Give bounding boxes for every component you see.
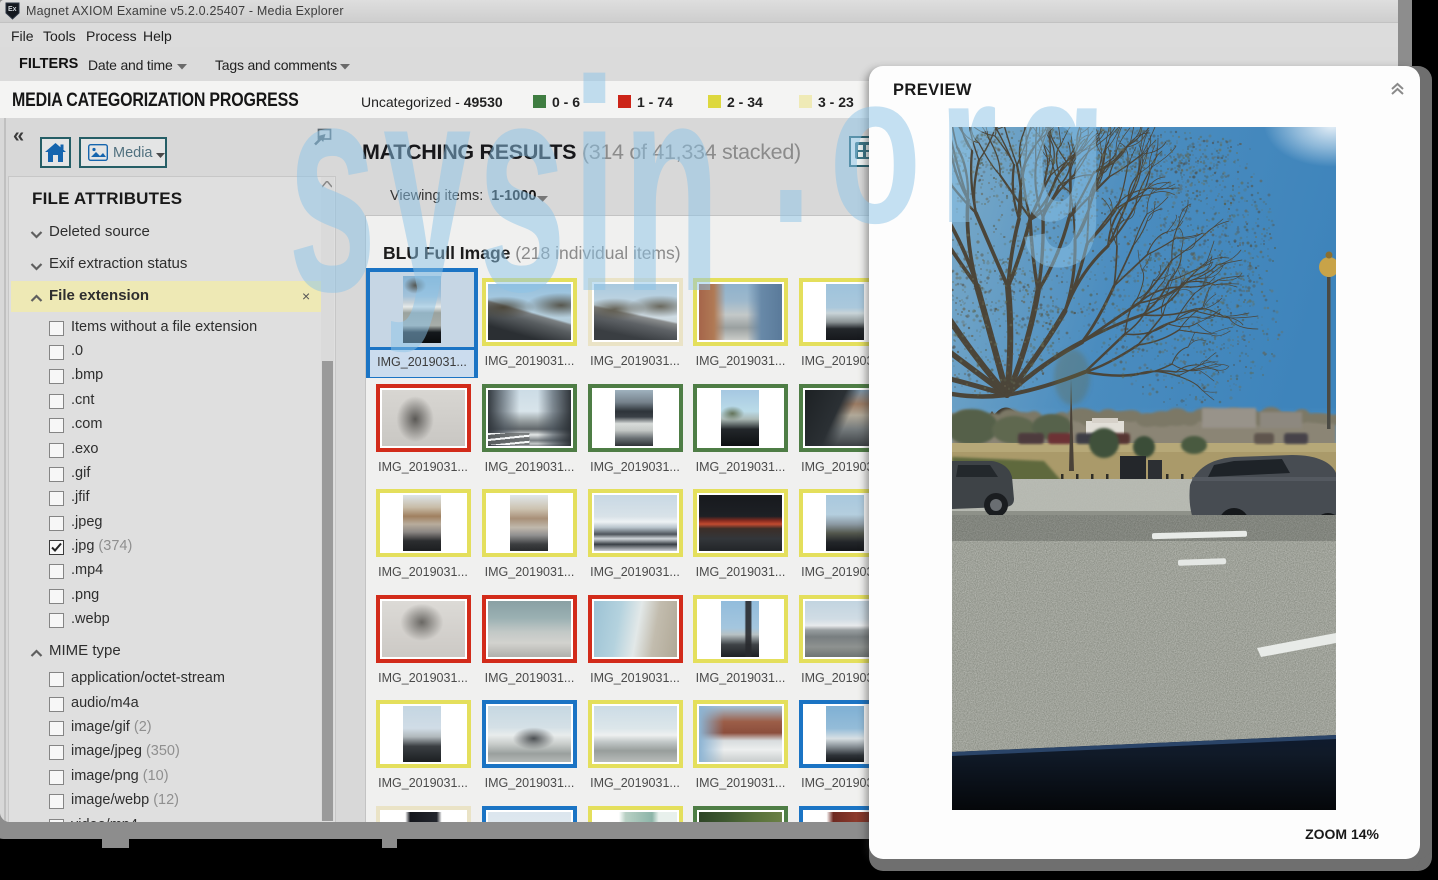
svg-text:Ex: Ex	[8, 6, 17, 13]
